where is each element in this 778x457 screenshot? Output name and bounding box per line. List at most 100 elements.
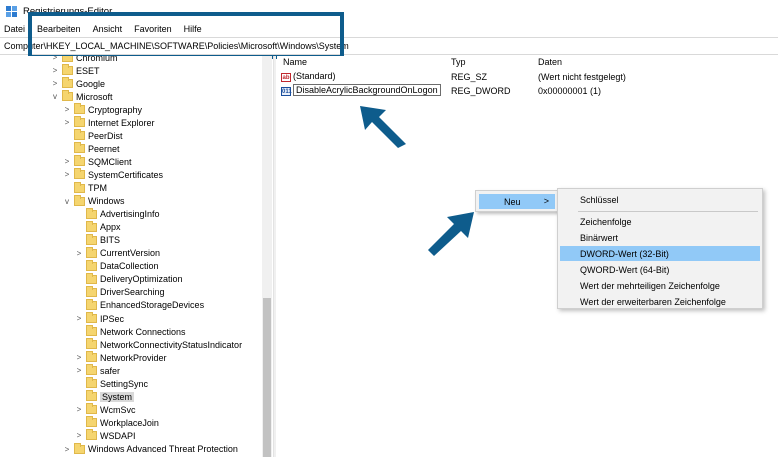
tree-item-label: PeerDist (88, 130, 123, 141)
tree-scrollbar[interactable] (262, 56, 272, 457)
tree-item[interactable]: > Windows Advanced Threat Protection (62, 442, 238, 456)
tree-item[interactable]: > SQMClient (62, 155, 132, 168)
folder-icon (74, 129, 85, 141)
tree-item[interactable]: AdvertisingInfo (74, 207, 160, 221)
submenu-item-schluessel[interactable]: Schlüssel (560, 192, 760, 207)
tree-item-label: DeliveryOptimization (100, 274, 183, 285)
tree-item[interactable]: > Internet Explorer (62, 116, 155, 129)
chevron-right-icon[interactable]: > (62, 157, 72, 166)
arrow-pointer-icon (360, 106, 406, 148)
value-type: REG_SZ (451, 71, 488, 82)
context-menu-neu[interactable]: Neu > (479, 194, 555, 209)
folder-icon (74, 442, 85, 454)
column-header-name[interactable]: Name (283, 56, 307, 68)
submenu-item-multi-string[interactable]: Wert der mehrteiligen Zeichenfolge (560, 278, 760, 293)
chevron-right-icon[interactable]: > (74, 405, 84, 414)
dword-value-icon: 011 (281, 86, 292, 96)
tree-item-label: WorkplaceJoin (100, 417, 159, 428)
folder-icon (86, 298, 97, 310)
tree-item[interactable]: > CurrentVersion (74, 246, 161, 260)
tree-item[interactable]: WorkplaceJoin (74, 416, 159, 429)
context-menu: Neu > (475, 190, 558, 212)
tree-item-label: BITS (100, 235, 121, 246)
tree-item[interactable]: SettingSync (74, 377, 148, 390)
tree-item[interactable]: v Microsoft (50, 90, 113, 103)
folder-icon (86, 312, 97, 323)
tree-item-label: SystemCertificates (88, 169, 164, 180)
chevron-right-icon[interactable]: > (74, 249, 84, 258)
arrow-pointer-icon (428, 212, 474, 256)
tree-item-label: WSDAPI (100, 430, 136, 441)
folder-icon (62, 90, 73, 102)
registry-editor-icon (6, 5, 17, 17)
chevron-right-icon[interactable]: > (74, 353, 84, 362)
chevron-right-icon[interactable]: > (50, 79, 60, 88)
tree-item[interactable]: TPM (62, 181, 107, 195)
tree-item[interactable]: v Windows (62, 194, 125, 208)
value-row-disable-acrylic[interactable]: 011 DisableAcrylicBackgroundOnLogon REG_D… (281, 84, 761, 97)
chevron-right-icon[interactable]: > (74, 314, 84, 323)
tree-item-label: Windows (88, 196, 125, 207)
folder-icon (74, 116, 85, 128)
submenu-item-zeichenfolge[interactable]: Zeichenfolge (560, 214, 760, 229)
submenu-item-expandable-string[interactable]: Wert der erweiterbaren Zeichenfolge (560, 294, 760, 309)
tree-item[interactable]: > WSDAPI (74, 429, 136, 442)
tree-item-label: Network Connections (100, 326, 186, 337)
chevron-right-icon[interactable]: > (62, 445, 72, 454)
tree-item[interactable]: > Chromium (50, 56, 118, 64)
chevron-right-icon[interactable]: > (74, 431, 84, 440)
key-tree-pane[interactable]: > Chromium > ESET > Google v Microsoft > Cryptogr… (0, 56, 272, 457)
tree-item[interactable]: > IPSec (74, 312, 124, 325)
tree-item[interactable]: > SystemCertificates (62, 168, 163, 181)
chevron-right-icon[interactable]: > (50, 66, 60, 75)
tree-item-label: DriverSearching (100, 287, 165, 298)
folder-icon (86, 390, 97, 402)
column-header-type[interactable]: Typ (451, 56, 466, 68)
tree-scrollbar-thumb[interactable] (263, 298, 271, 457)
tree-item[interactable]: DriverSearching (74, 285, 165, 299)
tree-item[interactable]: EnhancedStorageDevices (74, 298, 204, 312)
tree-item[interactable]: Network Connections (74, 325, 186, 338)
tree-item[interactable]: BITS (74, 233, 121, 247)
chevron-right-icon[interactable]: > (62, 105, 72, 114)
tree-item[interactable]: > ESET (50, 64, 100, 77)
tree-item-label: CurrentVersion (100, 248, 161, 259)
value-type: REG_DWORD (451, 85, 511, 96)
submenu-item-binaerwert[interactable]: Binärwert (560, 230, 760, 245)
pane-splitter[interactable] (273, 56, 276, 457)
tree-item[interactable]: DeliveryOptimization (74, 272, 183, 286)
folder-icon (86, 285, 97, 297)
value-name-edit[interactable]: DisableAcrylicBackgroundOnLogon (293, 84, 441, 97)
tree-item[interactable]: Peernet (62, 142, 120, 155)
tree-item[interactable]: > WcmSvc (74, 403, 136, 416)
tree-item[interactable]: > safer (74, 364, 120, 377)
tree-item[interactable]: > Cryptography (62, 103, 142, 116)
tree-item[interactable]: > NetworkProvider (74, 351, 167, 364)
tree-item[interactable]: NetworkConnectivityStatusIndicator (74, 338, 242, 351)
chevron-right-icon[interactable]: > (62, 118, 72, 127)
menu-datei[interactable]: Datei (4, 24, 25, 34)
column-header-data[interactable]: Daten (538, 56, 562, 68)
submenu-item-dword[interactable]: DWORD-Wert (32-Bit) (560, 246, 760, 261)
tree-item[interactable]: System (74, 390, 135, 403)
chevron-right-icon[interactable]: > (62, 170, 72, 179)
chevron-down-icon[interactable]: v (50, 92, 60, 101)
tree-item[interactable]: PeerDist (62, 129, 123, 142)
chevron-down-icon[interactable]: v (62, 197, 72, 206)
tree-item-label: SettingSync (100, 378, 149, 389)
folder-icon (86, 272, 97, 284)
tree-item-label: Chromium (76, 56, 118, 63)
chevron-right-icon[interactable]: > (74, 366, 84, 375)
folder-icon (86, 220, 97, 232)
tree-item[interactable]: > Google (50, 77, 105, 90)
tree-item-label: ESET (76, 65, 100, 76)
value-row-standard[interactable]: ab (Standard) REG_SZ (Wert nicht festgele… (281, 70, 761, 83)
chevron-right-icon[interactable]: > (50, 56, 60, 62)
folder-icon (86, 377, 97, 389)
submenu-item-qword[interactable]: QWORD-Wert (64-Bit) (560, 262, 760, 277)
tree-item[interactable]: Appx (74, 220, 121, 234)
tree-item-label: SQMClient (88, 156, 132, 167)
tree-item[interactable]: DataCollection (74, 259, 159, 273)
tree-item-label: DataCollection (100, 261, 159, 272)
folder-icon (86, 403, 97, 415)
